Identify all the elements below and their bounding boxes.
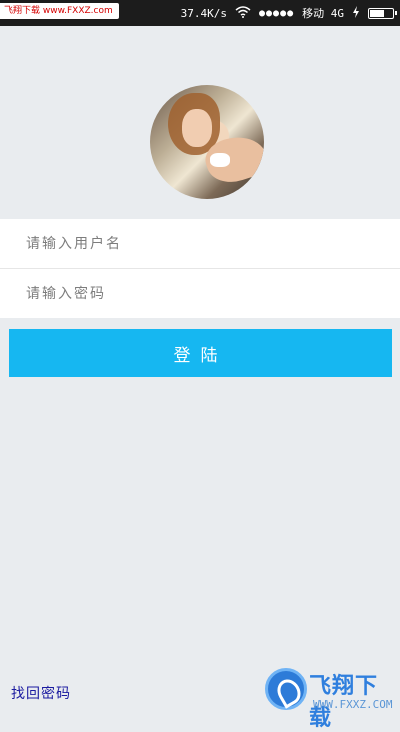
status-bar: 飞翔下载 www.FXXZ.com 37.4K/s ●●●●● 移动 4G (0, 0, 400, 26)
avatar-face (182, 109, 212, 147)
carrier-label: 移动 4G (302, 7, 344, 20)
username-row (0, 219, 400, 268)
network-speed: 37.4K/s (180, 6, 228, 20)
logo-url: WWW.FXXZ.COM (313, 698, 393, 711)
watermark: 飞翔下载 www.FXXZ.com (0, 3, 119, 19)
site-logo: 飞翔下载 WWW.FXXZ.COM (265, 664, 395, 731)
username-input[interactable] (24, 234, 368, 253)
battery-icon (368, 7, 397, 19)
status-indicators: 37.4K/s ●●●●● 移动 4G (180, 0, 397, 26)
forgot-password-link[interactable]: 找回密码 (11, 683, 71, 703)
avatar-cloth (210, 153, 230, 167)
password-input[interactable] (24, 284, 368, 303)
logo-icon (265, 668, 307, 710)
wifi-icon (235, 5, 251, 21)
login-form (0, 219, 400, 318)
battery-level (370, 9, 384, 17)
charging-icon (352, 5, 360, 21)
avatar (150, 85, 264, 199)
password-row (0, 268, 400, 318)
signal-strength-icon: ●●●●● (259, 7, 295, 19)
login-button[interactable]: 登陆 (9, 329, 392, 377)
